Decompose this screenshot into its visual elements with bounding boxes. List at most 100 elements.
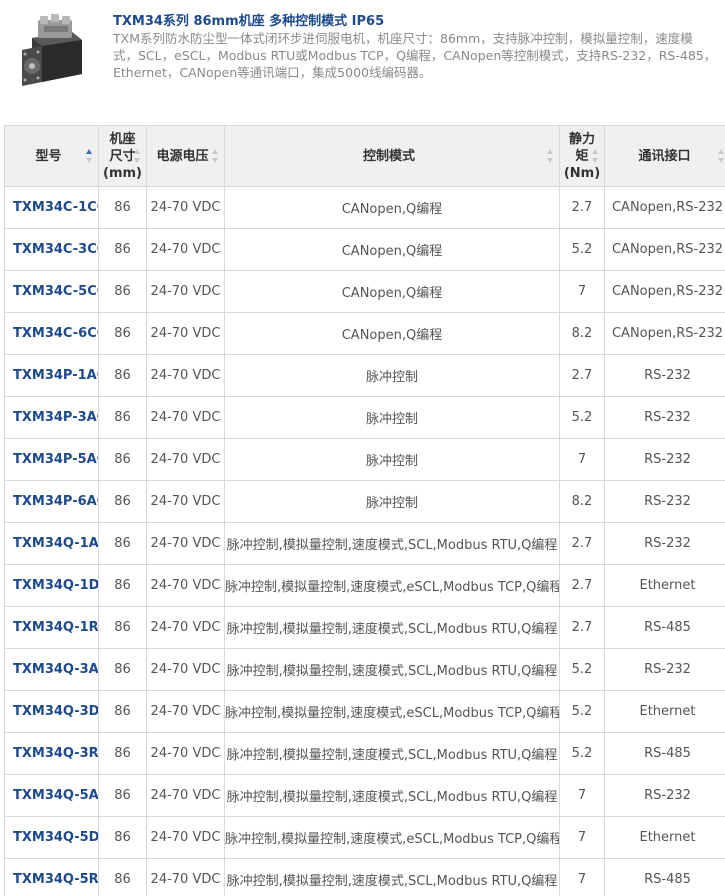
cell-control-mode: 脉冲控制 bbox=[224, 396, 560, 439]
cell-control-mode: 脉冲控制,模拟量控制,速度模式,eSCL,Modbus TCP,Q编程 bbox=[224, 816, 560, 859]
cell-torque: 2.7 bbox=[559, 354, 605, 397]
cell-model[interactable]: TXM34C-6CG bbox=[4, 312, 99, 355]
cell-model[interactable]: TXM34Q-1DG bbox=[4, 564, 99, 607]
cell-control-mode: 脉冲控制,模拟量控制,速度模式,SCL,Modbus RTU,Q编程 bbox=[224, 732, 560, 775]
cell-model[interactable]: TXM34P-3AG bbox=[4, 396, 99, 439]
table-row[interactable]: TXM34C-5CG 86 24-70 VDC CANopen,Q编程 7 CANopen… bbox=[4, 270, 725, 313]
cell-voltage: 24-70 VDC bbox=[146, 564, 225, 607]
table-row[interactable]: TXM34C-3CG 86 24-70 VDC CANopen,Q编程 5.2 CANop… bbox=[4, 228, 725, 271]
sort-icon[interactable] bbox=[212, 149, 219, 163]
cell-voltage: 24-70 VDC bbox=[146, 816, 225, 859]
cell-frame-size: 86 bbox=[98, 690, 147, 733]
cell-control-mode: 脉冲控制 bbox=[224, 480, 560, 523]
cell-torque: 2.7 bbox=[559, 522, 605, 565]
cell-model[interactable]: TXM34C-5CG bbox=[4, 270, 99, 313]
table-row[interactable]: TXM34Q-1AG8624-70 VDC脉冲控制,模拟量控制,速度模式,SCL… bbox=[4, 522, 725, 565]
cell-model[interactable]: TXM34P-1AG bbox=[4, 354, 99, 397]
sort-icon[interactable] bbox=[86, 149, 93, 163]
column-header-voltage[interactable]: 电源电压 bbox=[146, 125, 225, 187]
cell-model[interactable]: TXM34Q-3DG bbox=[4, 690, 99, 733]
cell-control-mode: CANopen,Q编程 bbox=[224, 312, 560, 355]
product-table: 型号 机座 尺寸 (mm) 电源电压 控制模式 静力 矩 (Nm) 通讯接口 T… bbox=[4, 125, 725, 896]
cell-model[interactable]: TXM34Q-1RG bbox=[4, 606, 99, 649]
column-header-label: 型号 bbox=[35, 148, 62, 164]
table-row[interactable]: TXM34C-1CG 86 24-70 VDC CANopen,Q编程 2.7 CANop… bbox=[4, 186, 725, 229]
cell-comm-interface: Ethernet bbox=[604, 564, 725, 607]
cell-comm-interface: RS-232 bbox=[604, 522, 725, 565]
column-header-label: 静力 bbox=[568, 131, 595, 147]
cell-model[interactable]: TXM34Q-1AG bbox=[4, 522, 99, 565]
table-row[interactable]: TXM34Q-5RG8624-70 VDC脉冲控制,模拟量控制,速度模式,SCL… bbox=[4, 858, 725, 896]
cell-model[interactable]: TXM34Q-5AG bbox=[4, 774, 99, 817]
column-header-frame[interactable]: 机座 尺寸 (mm) bbox=[98, 125, 147, 187]
table-row[interactable]: TXM34Q-1DG8624-70 VDC脉冲控制,模拟量控制,速度模式,eSC… bbox=[4, 564, 725, 607]
cell-voltage: 24-70 VDC bbox=[146, 522, 225, 565]
column-header-control[interactable]: 控制模式 bbox=[224, 125, 560, 187]
cell-torque: 7 bbox=[559, 270, 605, 313]
sort-icon[interactable] bbox=[718, 149, 725, 163]
cell-frame-size: 86 bbox=[98, 522, 147, 565]
table-row[interactable]: TXM34P-1AG 86 24-70 VDC 脉冲控制 2.7 RS-232 bbox=[4, 354, 725, 397]
cell-voltage: 24-70 VDC bbox=[146, 774, 225, 817]
cell-model[interactable]: TXM34Q-5RG bbox=[4, 858, 99, 896]
table-row[interactable]: TXM34Q-5DG8624-70 VDC脉冲控制,模拟量控制,速度模式,eSC… bbox=[4, 816, 725, 859]
cell-model[interactable]: TXM34Q-5DG bbox=[4, 816, 99, 859]
cell-comm-interface: RS-232 bbox=[604, 354, 725, 397]
cell-frame-size: 86 bbox=[98, 564, 147, 607]
cell-comm-interface: Ethernet bbox=[604, 816, 725, 859]
sort-icon[interactable] bbox=[592, 149, 599, 163]
column-header-comm[interactable]: 通讯接口 bbox=[604, 125, 725, 187]
table-body: TXM34C-1CG 86 24-70 VDC CANopen,Q编程 2.7 CANop… bbox=[4, 186, 725, 896]
cell-comm-interface: CANopen,RS-232 bbox=[604, 228, 725, 271]
table-row[interactable]: TXM34P-6AG 86 24-70 VDC 脉冲控制 8.2 RS-232 bbox=[4, 480, 725, 523]
cell-torque: 7 bbox=[559, 774, 605, 817]
product-table-container[interactable]: 型号 机座 尺寸 (mm) 电源电压 控制模式 静力 矩 (Nm) 通讯接口 T… bbox=[4, 125, 725, 896]
cell-torque: 7 bbox=[559, 858, 605, 896]
cell-model[interactable]: TXM34Q-3RG bbox=[4, 732, 99, 775]
table-row[interactable]: TXM34Q-3DG8624-70 VDC脉冲控制,模拟量控制,速度模式,eSC… bbox=[4, 690, 725, 733]
table-row[interactable]: TXM34Q-3AG8624-70 VDC脉冲控制,模拟量控制,速度模式,SCL… bbox=[4, 648, 725, 691]
cell-frame-size: 86 bbox=[98, 396, 147, 439]
cell-frame-size: 86 bbox=[98, 186, 147, 229]
cell-torque: 8.2 bbox=[559, 480, 605, 523]
sort-icon[interactable] bbox=[547, 149, 554, 163]
cell-frame-size: 86 bbox=[98, 228, 147, 271]
product-header: TXM34系列 86mm机座 多种控制模式 IP65 TXM系列防水防尘型一体式… bbox=[0, 0, 725, 125]
cell-frame-size: 86 bbox=[98, 354, 147, 397]
cell-control-mode: 脉冲控制,模拟量控制,速度模式,SCL,Modbus RTU,Q编程 bbox=[224, 858, 560, 896]
table-row[interactable]: TXM34C-6CG 86 24-70 VDC CANopen,Q编程 8.2 CANop… bbox=[4, 312, 725, 355]
cell-model[interactable]: TXM34C-1CG bbox=[4, 186, 99, 229]
cell-torque: 5.2 bbox=[559, 732, 605, 775]
cell-comm-interface: CANopen,RS-232 bbox=[604, 270, 725, 313]
table-row[interactable]: TXM34P-3AG 86 24-70 VDC 脉冲控制 5.2 RS-232 bbox=[4, 396, 725, 439]
cell-comm-interface: CANopen,RS-232 bbox=[604, 186, 725, 229]
cell-comm-interface: CANopen,RS-232 bbox=[604, 312, 725, 355]
table-row[interactable]: TXM34P-5AG 86 24-70 VDC 脉冲控制 7 RS-232 bbox=[4, 438, 725, 481]
cell-torque: 2.7 bbox=[559, 606, 605, 649]
column-header-torque[interactable]: 静力 矩 (Nm) bbox=[559, 125, 605, 187]
column-header-label: (Nm) bbox=[563, 165, 601, 181]
cell-frame-size: 86 bbox=[98, 858, 147, 896]
cell-voltage: 24-70 VDC bbox=[146, 438, 225, 481]
cell-voltage: 24-70 VDC bbox=[146, 312, 225, 355]
cell-control-mode: 脉冲控制,模拟量控制,速度模式,SCL,Modbus RTU,Q编程 bbox=[224, 648, 560, 691]
table-row[interactable]: TXM34Q-3RG8624-70 VDC脉冲控制,模拟量控制,速度模式,SCL… bbox=[4, 732, 725, 775]
cell-comm-interface: RS-485 bbox=[604, 858, 725, 896]
cell-torque: 5.2 bbox=[559, 690, 605, 733]
sort-icon[interactable] bbox=[134, 149, 141, 163]
cell-model[interactable]: TXM34C-3CG bbox=[4, 228, 99, 271]
column-header-label: (mm) bbox=[103, 165, 142, 181]
cell-model[interactable]: TXM34P-5AG bbox=[4, 438, 99, 481]
product-title[interactable]: TXM34系列 86mm机座 多种控制模式 IP65 bbox=[113, 10, 384, 29]
motor-image[interactable] bbox=[14, 10, 94, 90]
cell-comm-interface: RS-232 bbox=[604, 774, 725, 817]
cell-voltage: 24-70 VDC bbox=[146, 480, 225, 523]
cell-model[interactable]: TXM34Q-3AG bbox=[4, 648, 99, 691]
column-header-label: 机座 bbox=[109, 131, 136, 147]
table-row[interactable]: TXM34Q-1RG8624-70 VDC脉冲控制,模拟量控制,速度模式,SCL… bbox=[4, 606, 725, 649]
cell-voltage: 24-70 VDC bbox=[146, 732, 225, 775]
cell-voltage: 24-70 VDC bbox=[146, 606, 225, 649]
cell-model[interactable]: TXM34P-6AG bbox=[4, 480, 99, 523]
column-header-model[interactable]: 型号 bbox=[4, 125, 99, 187]
table-row[interactable]: TXM34Q-5AG8624-70 VDC脉冲控制,模拟量控制,速度模式,SCL… bbox=[4, 774, 725, 817]
